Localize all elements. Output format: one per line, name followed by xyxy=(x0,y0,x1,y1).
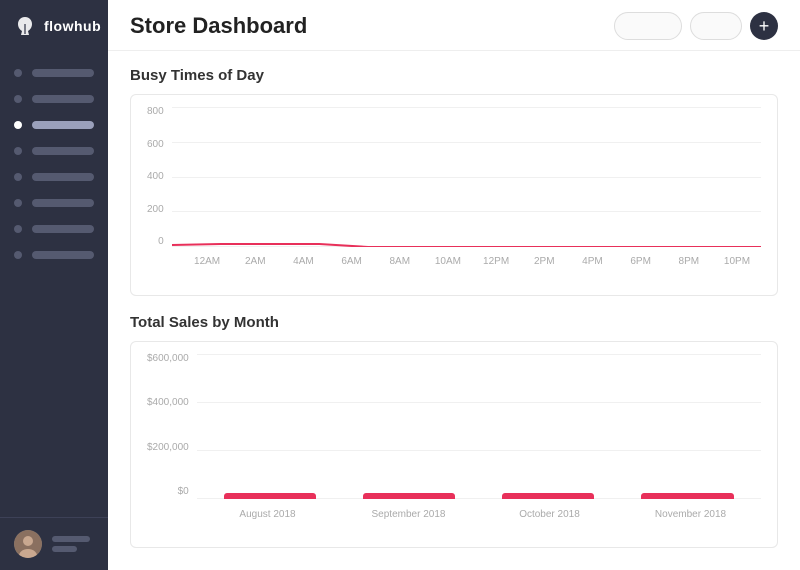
header-controls: + xyxy=(614,12,778,40)
bar-september xyxy=(363,493,455,499)
x-label-10pm: 10PM xyxy=(713,256,761,267)
x-label-4am: 4AM xyxy=(279,256,327,267)
y-label-600: 600 xyxy=(147,140,164,150)
x-label-2pm: 2PM xyxy=(520,256,568,267)
x-label-september: September 2018 xyxy=(338,509,479,520)
busy-times-line-svg xyxy=(172,107,761,247)
page-header: Store Dashboard + xyxy=(108,0,800,51)
sidebar-item-2[interactable] xyxy=(0,86,108,112)
page-title: Store Dashboard xyxy=(130,13,307,39)
sidebar-item-4[interactable] xyxy=(0,138,108,164)
filter-pill-2[interactable] xyxy=(690,12,742,40)
flowhub-logo-icon xyxy=(14,15,36,37)
sidebar-item-3[interactable] xyxy=(0,112,108,138)
avatar[interactable] xyxy=(14,530,42,558)
sidebar-item-bar-1 xyxy=(32,69,94,77)
sidebar-dot-4 xyxy=(14,147,22,155)
bar-groups xyxy=(197,354,761,499)
sidebar-item-bar-8 xyxy=(32,251,94,259)
y-label-800: 800 xyxy=(147,107,164,117)
sidebar-item-6[interactable] xyxy=(0,190,108,216)
sidebar-item-7[interactable] xyxy=(0,216,108,242)
bar-november xyxy=(641,493,733,499)
sidebar-item-bar-4 xyxy=(32,147,94,155)
x-label-12am: 12AM xyxy=(183,256,231,267)
y-label-200: 200 xyxy=(147,205,164,215)
sidebar-footer xyxy=(0,517,108,570)
sidebar-dot-2 xyxy=(14,95,22,103)
sales-x-axis: August 2018 September 2018 October 2018 … xyxy=(147,509,761,520)
sidebar-navigation xyxy=(0,52,108,517)
busy-times-x-axis: 12AM 2AM 4AM 6AM 8AM 10AM 12PM 2PM 4PM 6… xyxy=(147,256,761,267)
x-label-12pm: 12PM xyxy=(472,256,520,267)
dashboard-content: Busy Times of Day 800 600 400 200 0 xyxy=(108,51,800,570)
sidebar-dot-8 xyxy=(14,251,22,259)
sidebar-dot-3 xyxy=(14,121,22,129)
sidebar-item-5[interactable] xyxy=(0,164,108,190)
sidebar-dot-1 xyxy=(14,69,22,77)
filter-pill-1[interactable] xyxy=(614,12,682,40)
busy-times-chart: 800 600 400 200 0 xyxy=(147,107,761,287)
sidebar-item-8[interactable] xyxy=(0,242,108,268)
sidebar-item-bar-7 xyxy=(32,225,94,233)
bar-august xyxy=(224,493,316,499)
x-label-october: October 2018 xyxy=(479,509,620,520)
x-label-2am: 2AM xyxy=(231,256,279,267)
y-label-400: 400 xyxy=(147,172,164,182)
add-button[interactable]: + xyxy=(750,12,778,40)
bar-october xyxy=(502,493,594,499)
bar-group-october xyxy=(479,354,618,499)
footer-user-info xyxy=(52,536,94,552)
footer-line-role xyxy=(52,546,77,552)
sales-chart-area xyxy=(197,354,761,499)
sidebar: flowhub xyxy=(0,0,108,570)
sidebar-dot-5 xyxy=(14,173,22,181)
sidebar-item-1[interactable] xyxy=(0,60,108,86)
total-sales-section: Total Sales by Month $600,000 $400,000 $… xyxy=(130,314,778,548)
x-label-november: November 2018 xyxy=(620,509,761,520)
bar-group-september xyxy=(340,354,479,499)
bar-group-august xyxy=(201,354,340,499)
x-label-6am: 6AM xyxy=(328,256,376,267)
sidebar-item-bar-6 xyxy=(32,199,94,207)
main-content-area: Store Dashboard + Busy Times of Day 800 … xyxy=(108,0,800,570)
busy-times-chart-box: 800 600 400 200 0 xyxy=(130,94,778,296)
sidebar-item-bar-5 xyxy=(32,173,94,181)
sidebar-dot-7 xyxy=(14,225,22,233)
y-label-200k: $200,000 xyxy=(147,443,189,453)
x-label-10am: 10AM xyxy=(424,256,472,267)
sidebar-item-bar-2 xyxy=(32,95,94,103)
sales-y-axis: $600,000 $400,000 $200,000 $0 xyxy=(147,354,189,499)
sidebar-logo-text: flowhub xyxy=(44,18,101,34)
x-label-6pm: 6PM xyxy=(617,256,665,267)
y-label-400k: $400,000 xyxy=(147,398,189,408)
sidebar-dot-6 xyxy=(14,199,22,207)
footer-line-name xyxy=(52,536,90,542)
sidebar-item-bar-3 xyxy=(32,121,94,129)
x-label-august: August 2018 xyxy=(197,509,338,520)
busy-times-chart-area xyxy=(172,107,761,247)
y-label-0: 0 xyxy=(147,237,164,247)
busy-times-section: Busy Times of Day 800 600 400 200 0 xyxy=(130,67,778,296)
x-label-8am: 8AM xyxy=(376,256,424,267)
y-label-0k: $0 xyxy=(147,487,189,497)
avatar-image xyxy=(14,530,42,558)
busy-times-title: Busy Times of Day xyxy=(130,67,778,84)
sidebar-logo[interactable]: flowhub xyxy=(0,0,108,52)
busy-times-y-axis: 800 600 400 200 0 xyxy=(147,107,164,247)
bar-group-november xyxy=(618,354,757,499)
total-sales-chart: $600,000 $400,000 $200,000 $0 xyxy=(147,354,761,539)
total-sales-title: Total Sales by Month xyxy=(130,314,778,331)
x-label-4pm: 4PM xyxy=(568,256,616,267)
x-label-8pm: 8PM xyxy=(665,256,713,267)
y-label-600k: $600,000 xyxy=(147,354,189,364)
total-sales-chart-box: $600,000 $400,000 $200,000 $0 xyxy=(130,341,778,548)
